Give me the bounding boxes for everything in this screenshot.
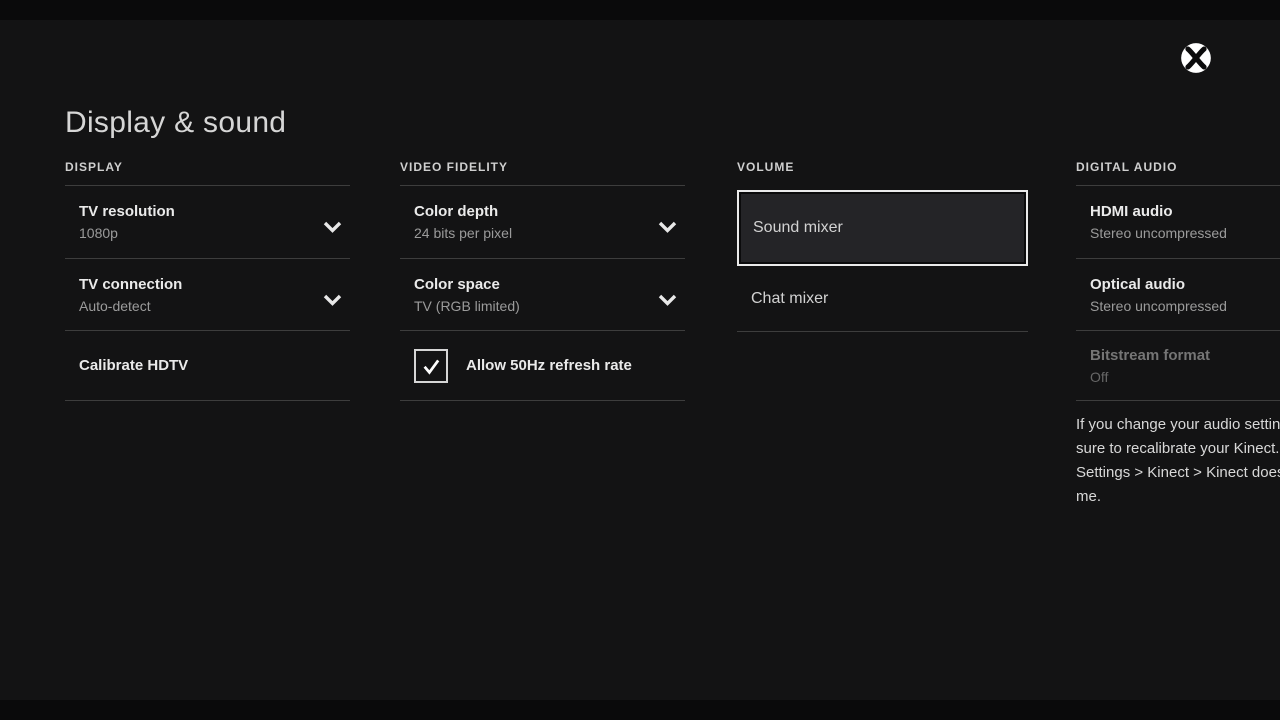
setting-chat-mixer[interactable]: Chat mixer bbox=[737, 266, 1028, 332]
setting-value: Off bbox=[1090, 368, 1210, 387]
setting-value: Auto-detect bbox=[79, 297, 182, 316]
content-area: Display & sound DISPLAY TV resolution 10… bbox=[0, 20, 1280, 700]
display-and-sound-screen: Display & sound DISPLAY TV resolution 10… bbox=[0, 0, 1280, 720]
checkmark-icon bbox=[419, 354, 443, 378]
setting-label: Chat mixer bbox=[751, 290, 828, 308]
setting-label: TV connection bbox=[79, 274, 182, 295]
setting-color-space[interactable]: Color space TV (RGB limited) bbox=[400, 259, 685, 331]
xbox-logo-icon bbox=[1178, 40, 1214, 76]
setting-tv-resolution[interactable]: TV resolution 1080p bbox=[65, 186, 350, 259]
chevron-down-icon bbox=[323, 221, 342, 233]
section-digital-audio: DIGITAL AUDIO HDMI audio Stereo uncompre… bbox=[1076, 160, 1280, 509]
setting-value: 1080p bbox=[79, 224, 175, 243]
checkbox-label: Allow 50Hz refresh rate bbox=[466, 357, 632, 374]
setting-value: Stereo uncompressed bbox=[1090, 297, 1227, 316]
setting-value: 24 bits per pixel bbox=[414, 224, 512, 243]
setting-label: Color depth bbox=[414, 201, 512, 222]
checkbox-checked[interactable] bbox=[414, 349, 448, 383]
chevron-down-icon bbox=[658, 294, 677, 306]
setting-value: Stereo uncompressed bbox=[1090, 224, 1227, 243]
setting-label: Optical audio bbox=[1090, 274, 1227, 295]
setting-label: TV resolution bbox=[79, 201, 175, 222]
section-header-display: DISPLAY bbox=[65, 160, 350, 186]
setting-bitstream-format: Bitstream format Off bbox=[1076, 331, 1280, 401]
kinect-recalibrate-note: If you change your audio settings, be su… bbox=[1076, 413, 1280, 509]
chevron-down-icon bbox=[323, 294, 342, 306]
setting-hdmi-audio[interactable]: HDMI audio Stereo uncompressed bbox=[1076, 186, 1280, 259]
section-volume: VOLUME Sound mixer Chat mixer bbox=[737, 160, 1028, 332]
section-display: DISPLAY TV resolution 1080p TV connectio… bbox=[65, 160, 350, 401]
setting-label: HDMI audio bbox=[1090, 201, 1227, 222]
setting-label: Sound mixer bbox=[753, 219, 843, 237]
section-header-volume: VOLUME bbox=[737, 160, 1028, 186]
section-header-digital-audio: DIGITAL AUDIO bbox=[1076, 160, 1280, 186]
section-header-video-fidelity: VIDEO FIDELITY bbox=[400, 160, 685, 186]
setting-color-depth[interactable]: Color depth 24 bits per pixel bbox=[400, 186, 685, 259]
page-title: Display & sound bbox=[65, 106, 286, 140]
setting-optical-audio[interactable]: Optical audio Stereo uncompressed bbox=[1076, 259, 1280, 331]
setting-tv-connection[interactable]: TV connection Auto-detect bbox=[65, 259, 350, 331]
section-video-fidelity: VIDEO FIDELITY Color depth 24 bits per p… bbox=[400, 160, 685, 401]
setting-label: Bitstream format bbox=[1090, 345, 1210, 366]
chevron-down-icon bbox=[658, 221, 677, 233]
setting-calibrate-hdtv[interactable]: Calibrate HDTV bbox=[65, 331, 350, 401]
setting-value: TV (RGB limited) bbox=[414, 297, 520, 316]
setting-label: Calibrate HDTV bbox=[79, 355, 188, 376]
setting-label: Color space bbox=[414, 274, 520, 295]
setting-sound-mixer-focused[interactable]: Sound mixer bbox=[737, 190, 1028, 266]
setting-allow-50hz-refresh-rate[interactable]: Allow 50Hz refresh rate bbox=[400, 331, 685, 401]
